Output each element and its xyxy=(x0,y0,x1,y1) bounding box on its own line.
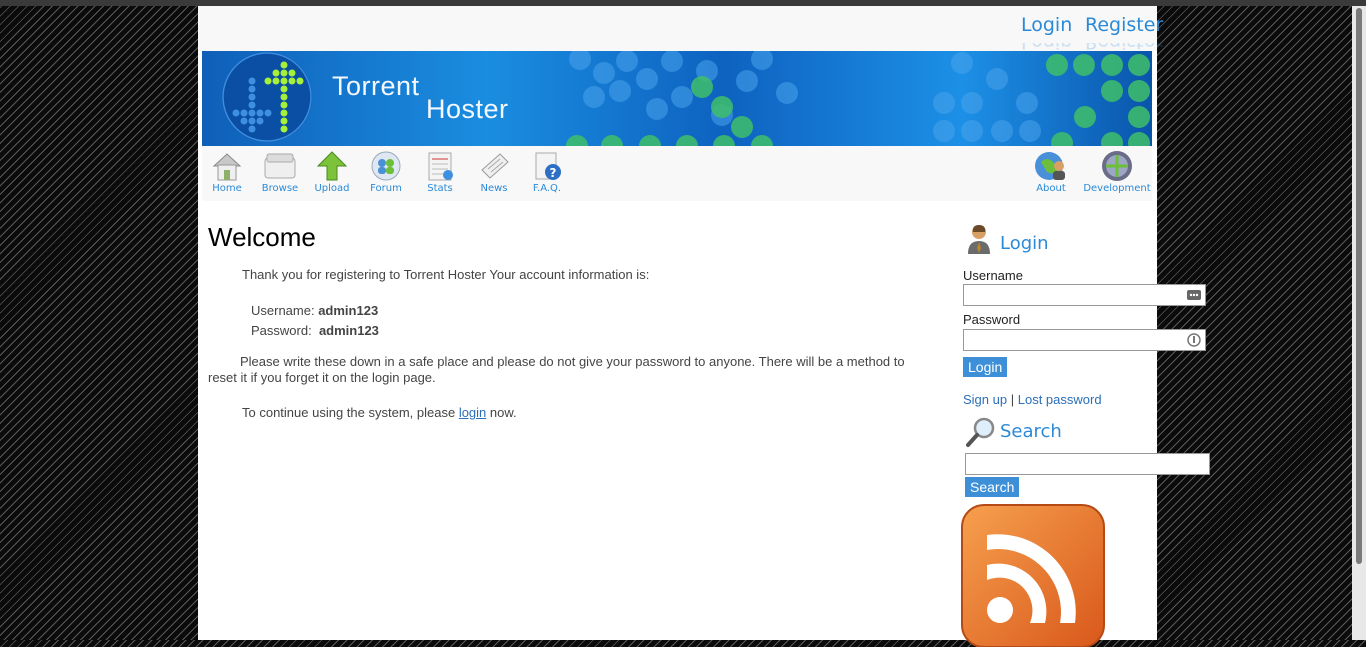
account-username-label: Username: xyxy=(251,303,315,318)
password-key-icon[interactable] xyxy=(1187,333,1201,352)
signup-link[interactable]: Sign up xyxy=(963,392,1007,407)
account-info: Username: admin123 Password: admin123 xyxy=(251,301,379,341)
account-password-label: Password: xyxy=(251,323,312,338)
nav-home-label: Home xyxy=(212,183,242,194)
continue-text: To continue using the system, please log… xyxy=(242,405,517,420)
search-icon xyxy=(966,417,995,447)
faq-icon: ? xyxy=(535,152,561,180)
upload-icon xyxy=(316,151,348,181)
nav-faq-label: F.A.Q. xyxy=(532,183,562,194)
header-login-label: Login xyxy=(1021,14,1073,36)
sidebar-login-button[interactable]: Login xyxy=(963,357,1008,377)
account-username-value: admin123 xyxy=(318,303,379,318)
nav-development-label: Development xyxy=(1083,183,1151,194)
login-section-title: Login xyxy=(1000,233,1049,254)
sidebar-password-input[interactable] xyxy=(963,329,1206,351)
search-section-title: Search xyxy=(1000,421,1062,442)
stats-icon xyxy=(428,152,453,181)
nav-news[interactable]: News xyxy=(467,150,521,194)
safety-notice: Please write these down in a safe place … xyxy=(208,354,905,385)
browse-icon xyxy=(264,153,296,179)
nav-browse[interactable]: Browse xyxy=(253,150,307,194)
password-manager-icon[interactable] xyxy=(1187,288,1201,307)
rss-feed-icon[interactable] xyxy=(960,503,1106,647)
account-username-row: Username: admin123 xyxy=(251,301,379,321)
user-login-icon xyxy=(968,225,990,254)
nav-forum[interactable]: Forum xyxy=(359,150,413,194)
page-container: Login Login Register Register Torrent Ho… xyxy=(198,6,1210,647)
page-title: Welcome xyxy=(208,222,316,252)
nav-news-label: News xyxy=(480,183,508,194)
account-password-value: admin123 xyxy=(318,323,379,338)
nav-faq[interactable]: ? F.A.Q. xyxy=(520,150,574,194)
continue-suffix: now. xyxy=(489,405,517,420)
scrollbar-thumb[interactable] xyxy=(1356,8,1362,564)
nav-forum-label: Forum xyxy=(370,183,402,194)
welcome-intro: Thank you for registering to Torrent Hos… xyxy=(242,267,650,282)
sidebar-username-input[interactable] xyxy=(963,284,1206,306)
account-password-row: Password: admin123 xyxy=(251,321,379,341)
about-icon xyxy=(1035,152,1065,180)
brand-title-line1: Torrent xyxy=(332,71,420,101)
nav-upload-label: Upload xyxy=(314,183,350,194)
sidebar-password-label: Password xyxy=(963,312,1021,327)
sidebar-search-input[interactable] xyxy=(965,453,1210,475)
vertical-scrollbar[interactable] xyxy=(1352,6,1366,640)
continue-prefix: To continue using the system, please xyxy=(242,405,456,420)
continue-login-link[interactable]: login xyxy=(459,405,486,420)
nav-about-label: About xyxy=(1036,183,1066,194)
account-links: Sign up | Lost password xyxy=(963,392,1102,407)
header-register-label: Register xyxy=(1085,14,1164,36)
sidebar-search-button[interactable]: Search xyxy=(965,477,1020,497)
nav-development[interactable]: Development xyxy=(1082,150,1152,194)
development-icon xyxy=(1102,151,1132,181)
header-register-link[interactable]: Register Register xyxy=(1085,14,1163,36)
main-nav: Home Browse Upload Forum Stats News ? F.… xyxy=(202,146,1152,201)
sidebar-username-label: Username xyxy=(963,268,1023,283)
nav-stats-label: Stats xyxy=(427,183,453,194)
news-icon xyxy=(481,153,509,179)
nav-upload[interactable]: Upload xyxy=(305,150,359,194)
nav-about[interactable]: About xyxy=(1024,150,1078,194)
nav-browse-label: Browse xyxy=(261,183,299,194)
account-links-separator: | xyxy=(1010,392,1015,407)
site-banner: Torrent Hoster xyxy=(202,51,1152,146)
svg-text:?: ? xyxy=(550,166,557,180)
top-links-bar: Login Login Register Register xyxy=(198,6,1163,51)
header-login-link[interactable]: Login Login xyxy=(1021,14,1072,36)
lost-password-link[interactable]: Lost password xyxy=(1018,392,1102,407)
nav-stats[interactable]: Stats xyxy=(413,150,467,194)
home-icon xyxy=(212,153,242,181)
site-logo xyxy=(222,52,312,142)
forum-icon xyxy=(371,151,401,181)
brand-title-line2: Hoster xyxy=(426,94,509,124)
nav-home[interactable]: Home xyxy=(200,150,254,194)
